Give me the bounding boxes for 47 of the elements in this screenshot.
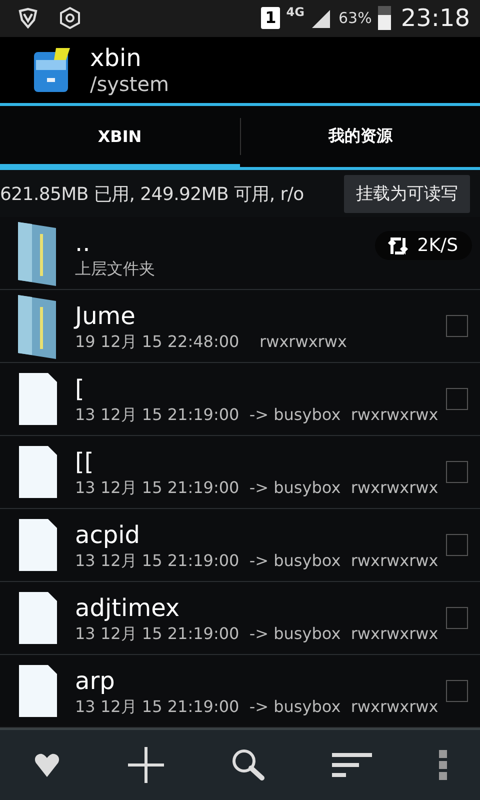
file-name: Jume xyxy=(75,300,136,332)
sim-indicator: 1 xyxy=(261,7,280,30)
more-icon[interactable] xyxy=(438,750,447,780)
mount-button[interactable]: 挂载为可读写 xyxy=(344,174,470,213)
file-icon xyxy=(18,445,58,499)
signal-icon xyxy=(310,8,332,28)
file-details: 19 12月 15 22:48:00 rwxrwxrwx xyxy=(75,332,347,352)
sync-icon xyxy=(387,236,410,256)
file-details: 上层文件夹 xyxy=(75,258,155,280)
checkbox[interactable] xyxy=(446,607,468,629)
folder-path: /system xyxy=(90,72,170,96)
file-icon xyxy=(18,372,58,426)
settings-icon xyxy=(58,6,82,30)
battery-percent: 63% xyxy=(338,9,372,28)
tab[interactable]: 我的资源 xyxy=(240,106,480,170)
sort-icon[interactable] xyxy=(332,752,372,778)
file-details: 13 12月 15 21:19:00 -> busybox rwxrwxrwx xyxy=(75,404,438,426)
checkbox[interactable] xyxy=(446,461,468,483)
file-details: 13 12月 15 21:19:00 -> busybox rwxrwxrwx xyxy=(75,696,438,718)
file-details: 13 12月 15 21:19:00 -> busybox rwxrwxrwx xyxy=(75,478,438,498)
add-icon[interactable] xyxy=(128,747,164,783)
battery-icon xyxy=(378,6,391,30)
checkbox[interactable] xyxy=(446,534,468,556)
checkbox[interactable] xyxy=(446,680,468,702)
heart-icon[interactable] xyxy=(33,751,62,779)
file-name: .. xyxy=(75,228,90,258)
clock: 23:18 xyxy=(400,4,470,32)
search-icon[interactable] xyxy=(230,748,265,782)
file-details: 13 12月 15 21:19:00 -> busybox rwxrwxrwx xyxy=(75,550,438,572)
file-icon xyxy=(18,591,58,645)
file-name: acpid xyxy=(75,520,140,550)
cabinet-icon xyxy=(32,46,72,94)
transfer-speed: 2K/S xyxy=(417,235,458,256)
file-name: [[ xyxy=(75,446,94,478)
file-icon xyxy=(18,518,58,572)
checkbox[interactable] xyxy=(446,315,468,337)
file-name: [ xyxy=(75,374,84,404)
storage-info: 621.85MB 已用, 249.92MB 可用, r/o xyxy=(0,182,304,206)
shield-icon xyxy=(16,6,40,30)
file-details: 13 12月 15 21:19:00 -> busybox rwxrwxrwx xyxy=(75,624,438,644)
file-icon xyxy=(18,664,58,718)
network-type: 4G xyxy=(286,5,304,19)
file-name: adjtimex xyxy=(75,592,180,624)
checkbox[interactable] xyxy=(446,388,468,410)
tab[interactable]: XBIN xyxy=(0,106,240,170)
folder-title: xbin xyxy=(90,44,142,72)
file-name: arp xyxy=(75,666,115,696)
